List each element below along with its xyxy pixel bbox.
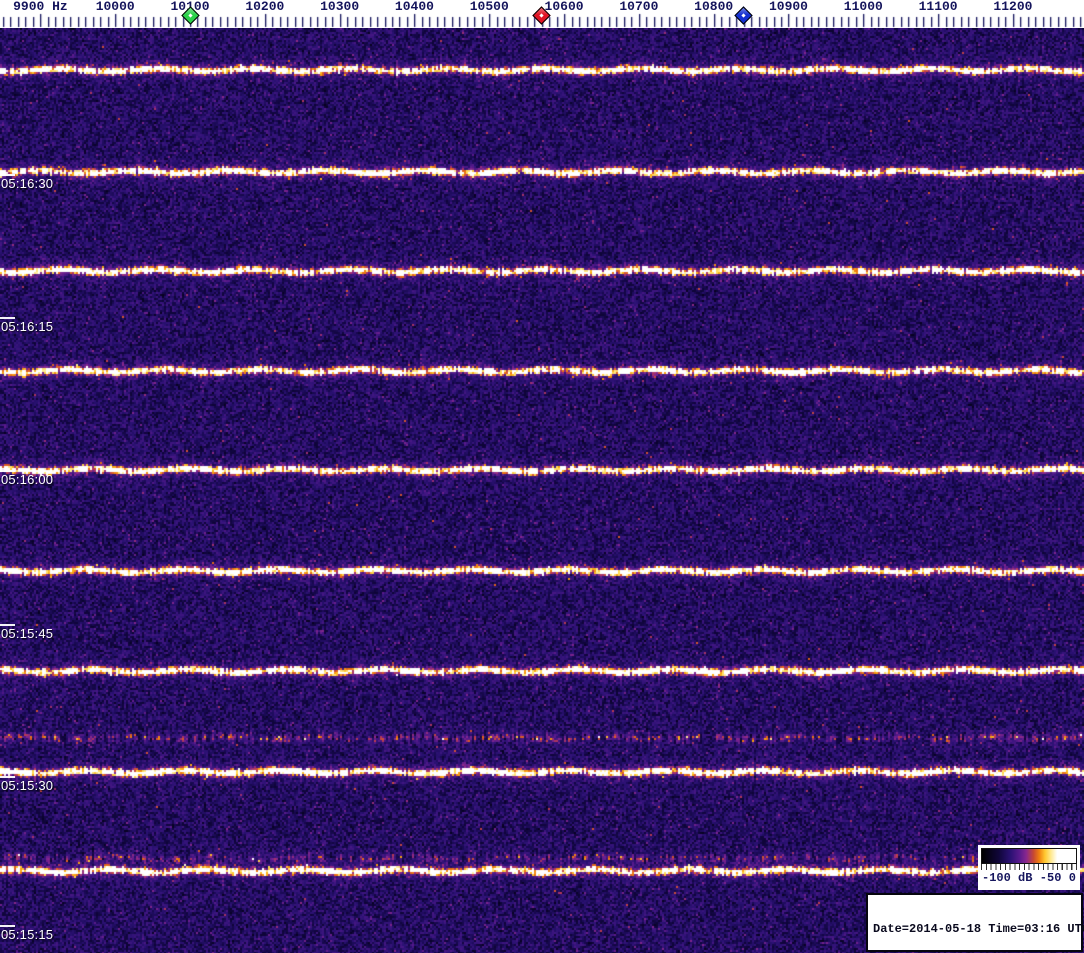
freq-label-10600: 10600 — [544, 0, 584, 14]
legend-labels: -100 dB -50 0 — [981, 870, 1077, 886]
time-label-051515: 05:15:15 — [1, 927, 54, 942]
freq-label-9900: 9900 Hz — [13, 0, 68, 14]
time-label-051630: 05:16:30 — [1, 176, 54, 191]
legend-min-label: -100 dB — [982, 871, 1033, 885]
freq-label-10500: 10500 — [469, 0, 509, 14]
freq-label-11000: 11000 — [843, 0, 883, 14]
freq-label-10800: 10800 — [694, 0, 734, 14]
freq-label-11200: 11200 — [993, 0, 1033, 14]
marker-center-dot — [187, 13, 193, 18]
freq-label-10300: 10300 — [320, 0, 360, 14]
time-label-051600: 05:16:00 — [1, 472, 54, 487]
info-date-time: Date=2014-05-18 Time=03:16 UTC — [873, 922, 1084, 936]
intensity-scale-legend: -100 dB -50 0 — [978, 845, 1080, 890]
freq-label-11100: 11100 — [918, 0, 958, 14]
time-label-051545: 05:15:45 — [1, 626, 54, 641]
marker-center-dot — [741, 13, 746, 18]
time-label-051530: 05:15:30 — [1, 778, 54, 793]
freq-label-10000: 10000 — [95, 0, 135, 14]
time-label-051615: 05:16:15 — [1, 319, 54, 334]
freq-label-10700: 10700 — [619, 0, 659, 14]
freq-label-10400: 10400 — [394, 0, 434, 14]
spectrogram-waterfall-canvas[interactable] — [0, 28, 1084, 953]
freq-label-10200: 10200 — [245, 0, 285, 14]
freq-label-10900: 10900 — [768, 0, 808, 14]
frequency-ruler: 9900 Hz100001010010200103001040010500106… — [0, 0, 1084, 28]
legend-mid-label: -50 — [1039, 871, 1062, 885]
legend-max-label: 0 — [1068, 871, 1076, 885]
observation-info-box: Date=2014-05-18 Time=03:16 UTC Freq=143 … — [866, 893, 1084, 952]
intensity-gradient-bar — [981, 848, 1077, 864]
marker-center-dot — [539, 13, 544, 18]
meteor-echo-waterfall-window: 9900 Hz100001010010200103001040010500106… — [0, 0, 1084, 953]
